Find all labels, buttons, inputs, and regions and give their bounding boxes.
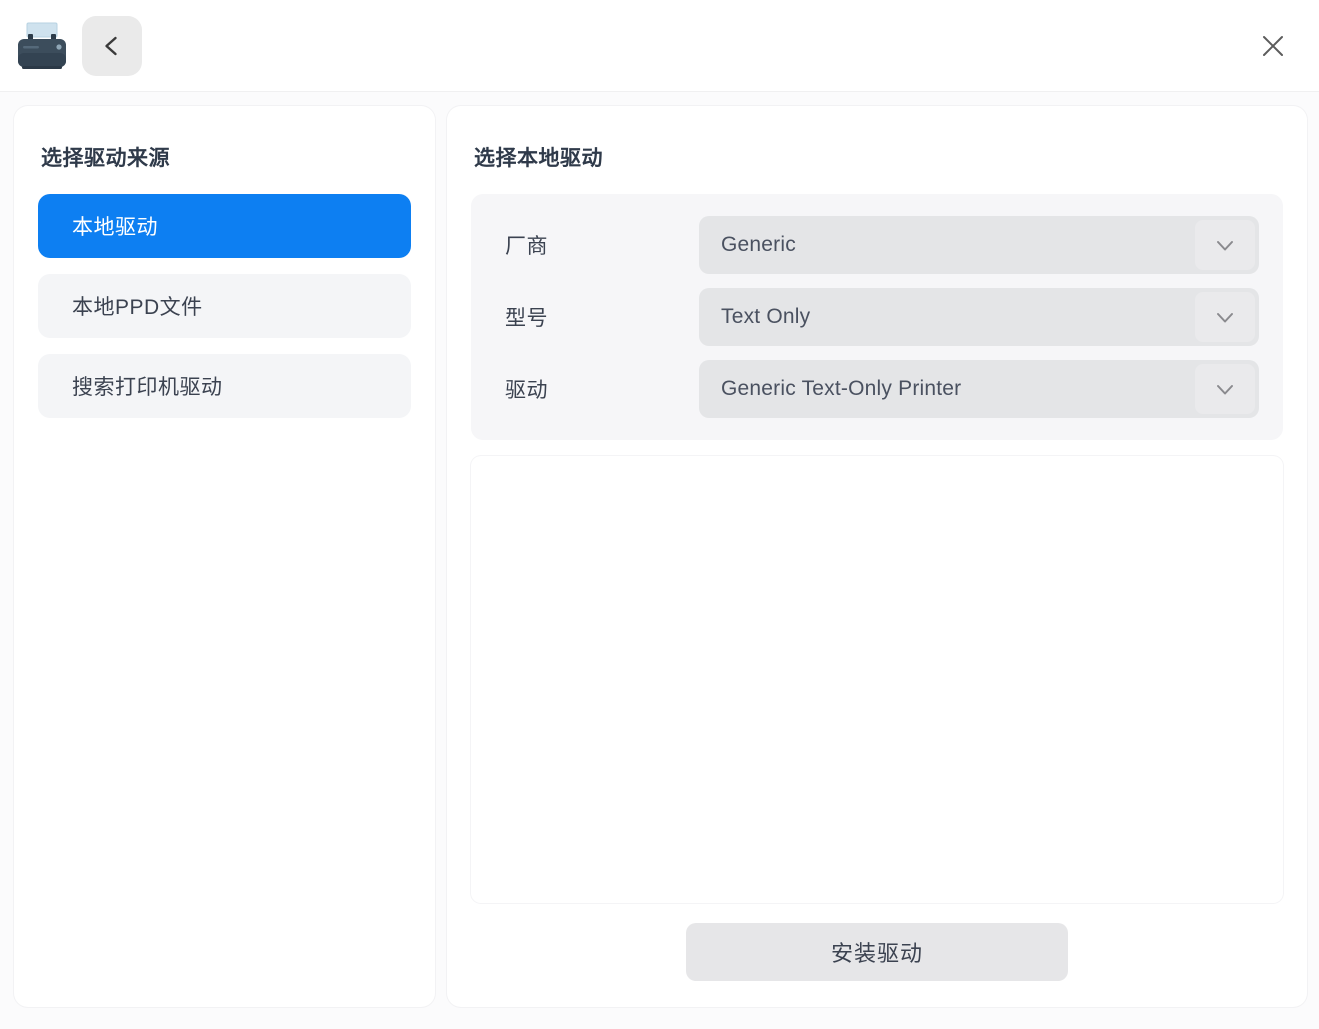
chevron-down-icon[interactable] (1195, 292, 1255, 342)
model-label: 型号 (505, 307, 548, 330)
driver-select[interactable]: Generic Text-Only Printer (699, 360, 1259, 418)
driver-value: Generic Text-Only Printer (721, 377, 962, 400)
driver-source-title: 选择驱动来源 (41, 147, 170, 170)
manufacturer-label: 厂商 (505, 235, 548, 258)
manufacturer-select[interactable]: Generic (699, 216, 1259, 274)
driver-source-list: 本地驱动 本地PPD文件 搜索打印机驱动 (38, 194, 411, 418)
model-value: Text Only (721, 305, 811, 328)
local-driver-panel: 选择本地驱动 厂商 Generic 型号 Text Only 驱动 Generi… (447, 106, 1307, 1007)
install-driver-button[interactable]: 安装驱动 (686, 923, 1068, 981)
sidebar-item-label: 搜索打印机驱动 (72, 376, 223, 399)
content-area: 选择驱动来源 本地驱动 本地PPD文件 搜索打印机驱动 选择本地驱动 厂商 Ge… (0, 92, 1319, 1029)
driver-source-panel: 选择驱动来源 本地驱动 本地PPD文件 搜索打印机驱动 (14, 106, 435, 1007)
driver-result-area[interactable] (471, 456, 1283, 903)
sidebar-item-search-printer-driver[interactable]: 搜索打印机驱动 (38, 354, 411, 418)
close-button[interactable] (1241, 14, 1305, 78)
titlebar (0, 0, 1319, 92)
sidebar-item-local-driver[interactable]: 本地驱动 (38, 194, 411, 258)
form-row-model: 型号 Text Only (491, 288, 1259, 346)
printer-icon (14, 20, 70, 72)
sidebar-item-local-ppd-file[interactable]: 本地PPD文件 (38, 274, 411, 338)
panel-footer: 安装驱动 (471, 903, 1283, 987)
manufacturer-value: Generic (721, 233, 796, 256)
sidebar-item-label: 本地PPD文件 (72, 296, 203, 319)
back-button[interactable] (82, 15, 142, 76)
close-icon (1257, 30, 1289, 62)
chevron-down-icon[interactable] (1195, 220, 1255, 270)
driver-label: 驱动 (505, 379, 548, 402)
driver-form: 厂商 Generic 型号 Text Only 驱动 Generic Text-… (471, 194, 1283, 440)
printer-driver-window: 选择驱动来源 本地驱动 本地PPD文件 搜索打印机驱动 选择本地驱动 厂商 Ge… (0, 0, 1319, 1029)
form-row-driver: 驱动 Generic Text-Only Printer (491, 360, 1259, 418)
form-row-manufacturer: 厂商 Generic (491, 216, 1259, 274)
model-select[interactable]: Text Only (699, 288, 1259, 346)
chevron-left-icon (98, 32, 126, 60)
local-driver-title: 选择本地驱动 (474, 147, 603, 170)
chevron-down-icon[interactable] (1195, 364, 1255, 414)
sidebar-item-label: 本地驱动 (72, 216, 158, 239)
